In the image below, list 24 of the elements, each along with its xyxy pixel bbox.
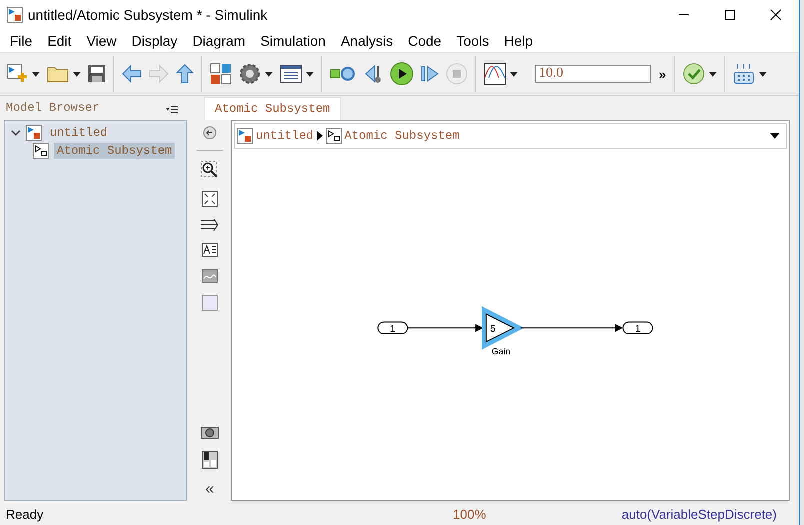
overflow-chevron[interactable]: » xyxy=(659,66,666,82)
tab[interactable]: Atomic Subsystem xyxy=(204,97,342,120)
status-text: Ready xyxy=(5,506,45,522)
menu-item[interactable]: View xyxy=(80,33,125,49)
solver-status: auto(VariableStepDiscrete) xyxy=(622,506,777,522)
menu-item[interactable]: File xyxy=(3,33,41,49)
tree-item[interactable]: untitled xyxy=(47,125,111,141)
breadcrumb-link[interactable]: untitled xyxy=(256,128,314,143)
collapse-button[interactable]: « xyxy=(206,481,214,499)
outport-block[interactable]: 1 xyxy=(622,321,654,335)
window-title: untitled/Atomic Subsystem * - Simulink xyxy=(28,7,268,23)
menu-item[interactable]: Tools xyxy=(450,33,498,49)
menu-item[interactable]: Code xyxy=(401,33,450,49)
breadcrumb-link[interactable]: Atomic Subsystem xyxy=(344,128,460,143)
menu-item[interactable]: Edit xyxy=(40,33,80,49)
zoom-level: 100% xyxy=(453,506,488,522)
stop-time-field[interactable]: 10.0 xyxy=(535,65,651,83)
inport-block[interactable]: 1 xyxy=(378,321,408,335)
menu-item[interactable]: Analysis xyxy=(334,33,402,49)
menu-item[interactable]: Display xyxy=(124,33,186,49)
menu-item[interactable]: Help xyxy=(497,33,542,49)
menu-item[interactable]: Simulation xyxy=(254,33,334,49)
panel-title: Model Browser xyxy=(5,101,101,117)
menu-item[interactable]: Diagram xyxy=(186,33,254,49)
